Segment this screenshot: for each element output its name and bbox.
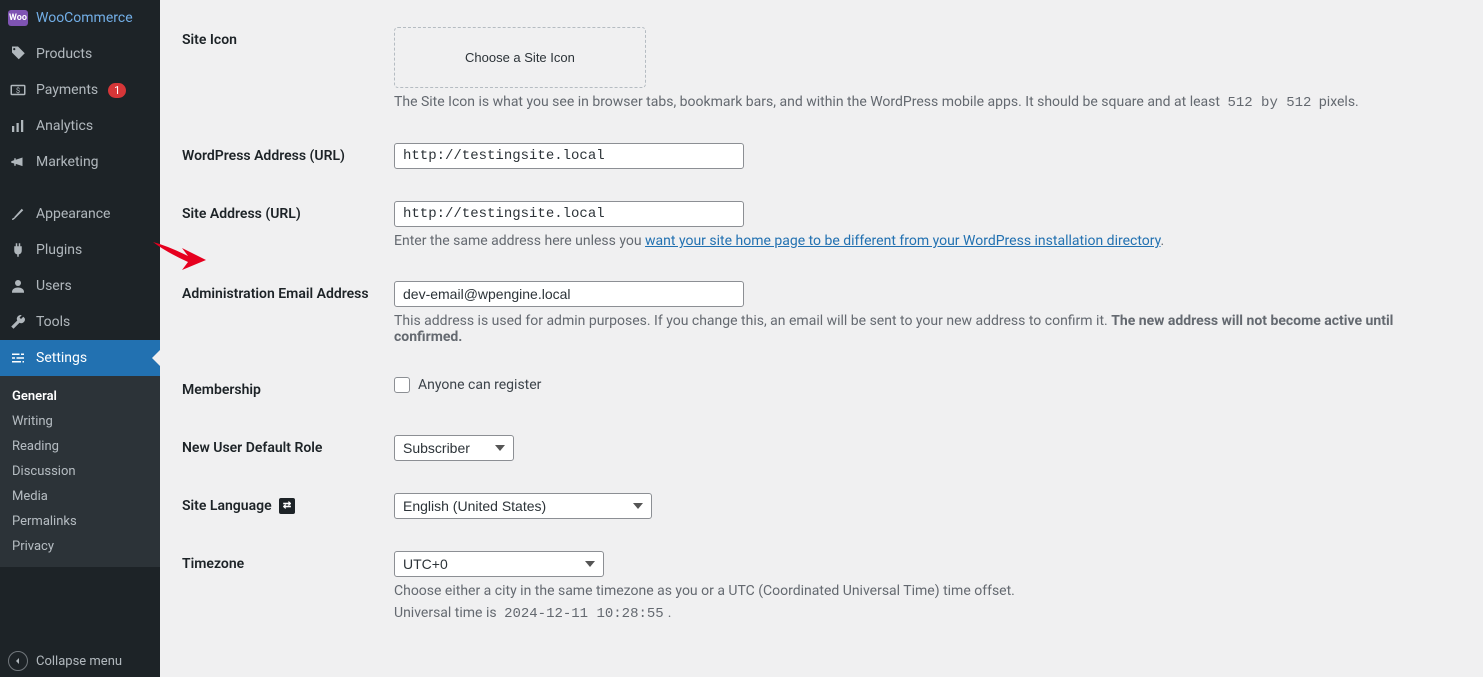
sidebar-item-label: WooCommerce [36, 10, 133, 26]
sidebar-item-label: Products [36, 46, 92, 62]
site-language-select[interactable]: English (United States) [394, 493, 652, 519]
sidebar-item-label: Analytics [36, 118, 93, 134]
membership-label: Membership [182, 362, 382, 418]
sidebar-item-analytics[interactable]: Analytics [0, 108, 160, 144]
submenu-item-media[interactable]: Media [0, 484, 160, 509]
anyone-can-register-checkbox[interactable] [394, 377, 410, 393]
submenu-item-privacy[interactable]: Privacy [0, 534, 160, 559]
collapse-menu-button[interactable]: Collapse menu [0, 643, 160, 677]
admin-sidebar: Woo WooCommerce Products $ Payments 1 An… [0, 0, 160, 677]
sliders-icon [8, 348, 28, 368]
admin-email-label: Administration Email Address [182, 266, 382, 360]
choose-site-icon-button[interactable]: Choose a Site Icon [394, 27, 646, 88]
settings-submenu: General Writing Reading Discussion Media… [0, 376, 160, 567]
sidebar-item-label: Users [36, 278, 72, 294]
site-address-input[interactable] [394, 201, 744, 227]
site-address-help-link[interactable]: want your site home page to be different… [645, 233, 1161, 249]
default-role-label: New User Default Role [182, 420, 382, 476]
submenu-item-discussion[interactable]: Discussion [0, 459, 160, 484]
tag-icon [8, 44, 28, 64]
user-icon [8, 276, 28, 296]
sidebar-item-label: Plugins [36, 242, 82, 258]
sidebar-item-label: Settings [36, 350, 87, 366]
submenu-item-writing[interactable]: Writing [0, 409, 160, 434]
sidebar-item-tools[interactable]: Tools [0, 304, 160, 340]
site-icon-description: The Site Icon is what you see in browser… [394, 94, 1451, 111]
svg-text:$: $ [16, 86, 20, 95]
membership-checkbox-wrap[interactable]: Anyone can register [394, 377, 1451, 393]
membership-checkbox-label: Anyone can register [418, 377, 541, 393]
sidebar-item-label: Appearance [36, 206, 110, 222]
collapse-icon [8, 651, 28, 671]
default-role-select[interactable]: Subscriber [394, 435, 514, 461]
sidebar-item-marketing[interactable]: Marketing [0, 144, 160, 180]
sidebar-item-label: Marketing [36, 154, 99, 170]
sidebar-item-plugins[interactable]: Plugins [0, 232, 160, 268]
submenu-item-reading[interactable]: Reading [0, 434, 160, 459]
sidebar-item-products[interactable]: Products [0, 36, 160, 72]
submenu-item-general[interactable]: General [0, 384, 160, 409]
admin-email-description: This address is used for admin purposes.… [394, 313, 1451, 345]
collapse-label: Collapse menu [36, 654, 122, 669]
settings-general-content: Site Icon Choose a Site Icon The Site Ic… [160, 0, 1483, 677]
sidebar-item-label: Payments [36, 82, 98, 98]
sidebar-item-settings[interactable]: Settings [0, 340, 160, 376]
timezone-description: Choose either a city in the same timezon… [394, 583, 1451, 599]
sidebar-item-payments[interactable]: $ Payments 1 [0, 72, 160, 108]
payments-icon: $ [8, 80, 28, 100]
submenu-item-permalinks[interactable]: Permalinks [0, 509, 160, 534]
brush-icon [8, 204, 28, 224]
sidebar-item-users[interactable]: Users [0, 268, 160, 304]
site-icon-label: Site Icon [182, 12, 382, 126]
site-address-description: Enter the same address here unless you w… [394, 233, 1451, 249]
timezone-label: Timezone [182, 536, 382, 637]
timezone-select[interactable]: UTC+0 [394, 551, 604, 577]
translate-icon: ⇄ [279, 498, 295, 514]
notification-badge: 1 [108, 83, 126, 98]
site-address-label: Site Address (URL) [182, 186, 382, 264]
wp-address-label: WordPress Address (URL) [182, 128, 382, 184]
megaphone-icon [8, 152, 28, 172]
admin-email-input[interactable] [394, 281, 744, 307]
plug-icon [8, 240, 28, 260]
wp-address-input[interactable] [394, 143, 744, 169]
sidebar-item-woocommerce[interactable]: Woo WooCommerce [0, 0, 160, 36]
site-language-label: Site Language ⇄ [182, 478, 382, 534]
universal-time-description: Universal time is 2024-12-11 10:28:55. [394, 605, 1451, 622]
sidebar-item-label: Tools [36, 314, 70, 330]
sidebar-item-appearance[interactable]: Appearance [0, 196, 160, 232]
wrench-icon [8, 312, 28, 332]
analytics-icon [8, 116, 28, 136]
woocommerce-icon: Woo [8, 8, 28, 28]
